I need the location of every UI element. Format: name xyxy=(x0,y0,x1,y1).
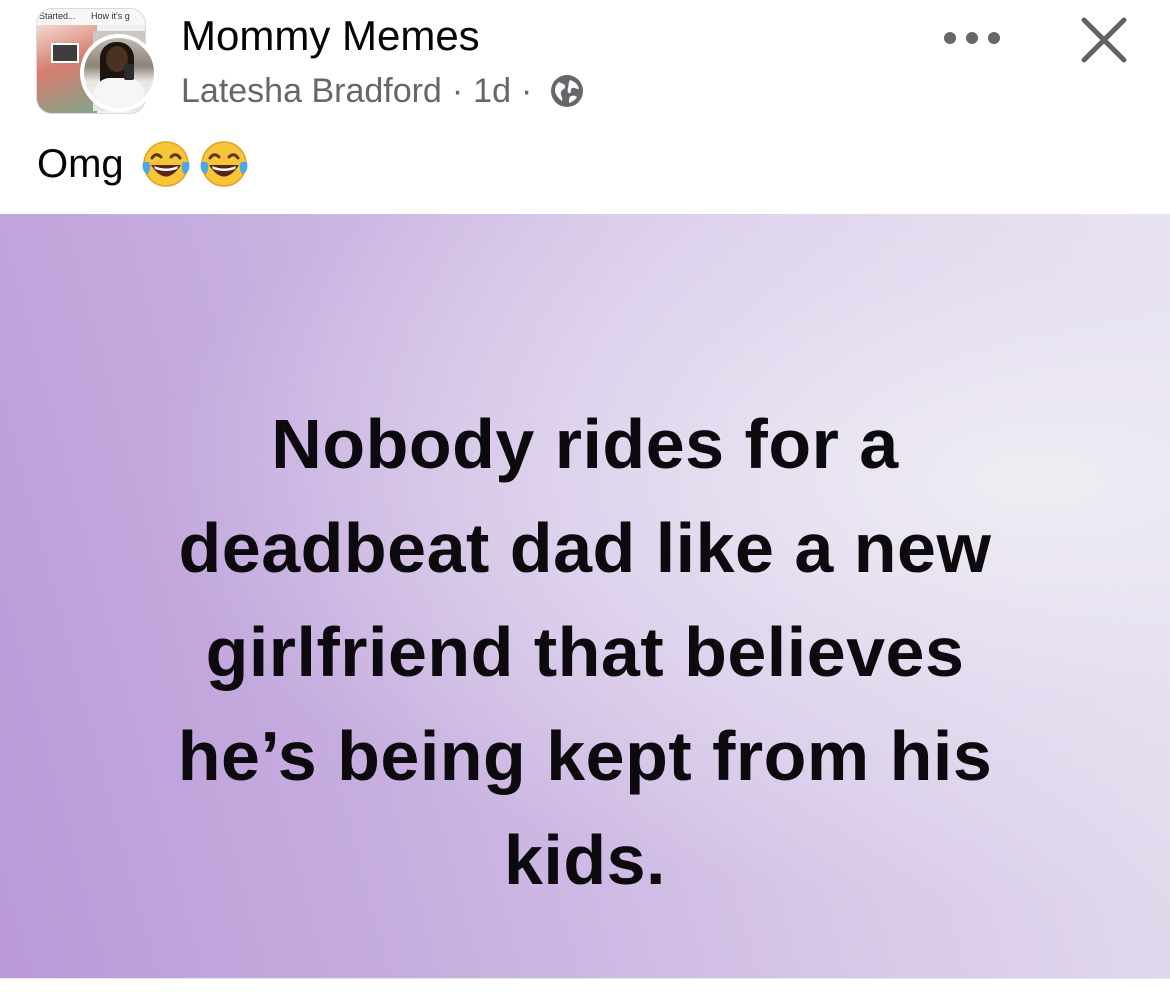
meme-text-line: kids. xyxy=(503,821,667,899)
post-timestamp[interactable]: 1d xyxy=(473,72,511,111)
group-name-link[interactable]: Mommy Memes xyxy=(181,12,480,60)
author-avatar-shirt xyxy=(94,78,144,108)
more-horizontal-icon-dot xyxy=(988,32,1000,44)
meta-separator: · xyxy=(451,71,464,110)
group-avatar-caption-strip: Started... How it's g xyxy=(37,9,145,25)
laughing-with-tears-icon xyxy=(142,141,190,187)
meme-text: Nobody rides for a deadbeat dad like a n… xyxy=(60,392,1110,912)
meme-text-line: he’s being kept from his xyxy=(177,717,993,795)
post-caption-text: Omg xyxy=(37,142,124,186)
meme-text-line: girlfriend that believes xyxy=(205,613,965,691)
meme-text-line: deadbeat dad like a new xyxy=(178,509,992,587)
author-name-link[interactable]: Latesha Bradford xyxy=(181,72,442,111)
post-footer-edge xyxy=(0,978,1170,1008)
more-options-button[interactable] xyxy=(944,20,1000,56)
close-icon[interactable] xyxy=(1078,14,1130,66)
more-horizontal-icon-dot xyxy=(966,32,978,44)
group-avatar-frame xyxy=(51,43,79,63)
post-meta: Latesha Bradford · 1d · xyxy=(181,70,584,112)
post-image[interactable]: Nobody rides for a deadbeat dad like a n… xyxy=(0,214,1170,978)
group-avatar-caption-1: Started... xyxy=(39,11,76,21)
meme-text-line: Nobody rides for a xyxy=(271,405,899,483)
laughing-with-tears-icon xyxy=(200,141,248,187)
group-avatar-caption-2: How it's g xyxy=(91,11,130,21)
post-caption: Omg xyxy=(37,136,256,192)
post-caption-emojis xyxy=(140,138,256,190)
post-header: Started... How it's g Mommy Memes Latesh… xyxy=(0,0,1170,130)
author-avatar[interactable] xyxy=(80,34,158,112)
meta-separator: · xyxy=(521,71,533,110)
author-avatar-phone xyxy=(124,64,134,80)
more-horizontal-icon-dot xyxy=(944,32,956,44)
globe-icon[interactable] xyxy=(550,74,584,108)
